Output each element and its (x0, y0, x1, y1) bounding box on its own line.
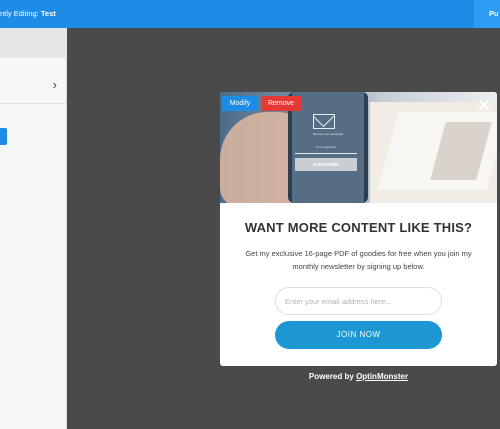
phone-field: Your email here (295, 145, 357, 154)
close-icon[interactable] (478, 99, 490, 111)
chevron-right-icon: › (52, 77, 57, 92)
popup-headline: WANT MORE CONTENT LIKE THIS? (244, 220, 473, 235)
email-field[interactable] (275, 287, 442, 315)
remove-button[interactable]: Remove (261, 96, 301, 111)
editing-label: ntly Editing: Test (0, 9, 56, 18)
top-bar: ntly Editing: Test Pu (0, 0, 500, 28)
phone-text: Receive our newsletter (312, 132, 344, 136)
sidebar-item[interactable]: › (0, 68, 67, 104)
envelope-icon (313, 114, 335, 129)
optin-popup: Receive our newsletter Your email here S… (220, 92, 497, 366)
sidebar-button[interactable] (0, 128, 7, 145)
sidebar-header (0, 28, 67, 58)
campaign-name: Test (40, 9, 56, 18)
popup-body: Get my exclusive 16-page PDF of goodies … (245, 249, 472, 271)
join-now-button[interactable]: JOIN NOW (275, 321, 442, 349)
phone-subscribe-button: SUBSCRIBE (295, 158, 357, 171)
powered-by: Powered by OptinMonster (220, 372, 497, 381)
optinmonster-link[interactable]: OptinMonster (356, 372, 408, 381)
powered-by-label: Powered by (308, 372, 354, 381)
editing-prefix: ntly Editing: (0, 9, 39, 18)
publish-button[interactable]: Pu (474, 0, 500, 28)
modify-button[interactable]: Modify (222, 96, 258, 111)
sidebar: › (0, 28, 67, 429)
